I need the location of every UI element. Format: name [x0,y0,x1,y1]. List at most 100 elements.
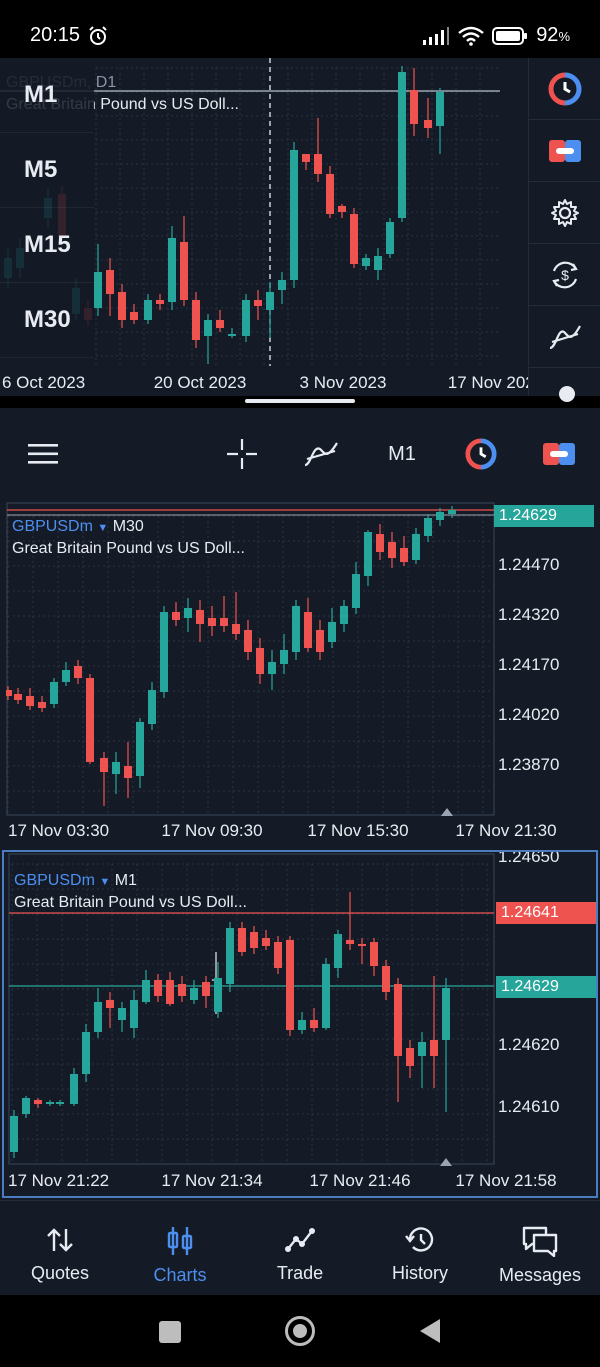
home-button[interactable] [285,1316,315,1346]
resize-handle[interactable] [245,399,355,403]
one-click-icon [465,438,497,470]
nav-charts[interactable]: Charts [120,1201,240,1295]
timeframe-m30[interactable]: M30 [0,283,94,358]
chart-toolbar: M1 [0,408,600,500]
svg-text:$: $ [561,267,569,283]
trade-panel-icon [543,443,575,465]
candle-body [160,612,168,692]
candle-body [142,980,150,1002]
chart-m1-timeframe: M1 [114,872,137,889]
time-label: 17 Nov 21:46 [309,1171,410,1190]
candle-body [436,92,444,126]
nav-messages[interactable]: Messages [480,1201,600,1295]
candle-body [286,940,294,1030]
history-icon [405,1227,434,1252]
price-label: 1.24610 [498,1097,559,1116]
candle-body [216,320,224,328]
candle-body [430,1040,438,1056]
candle-body [268,662,276,674]
candle-body [250,932,258,948]
candle-body [124,766,132,778]
chart-m1-header[interactable]: GBPUSDm ▼ M1 [14,872,137,890]
candle-body [298,1020,306,1030]
chart-m30[interactable]: 1.24470 1.24320 1.24170 1.24020 1.23870 17 No… [4,502,598,848]
candle-body [74,666,82,678]
chart-m30-timeframe: M30 [112,518,144,535]
candle-body [38,702,46,708]
timeframe-m15[interactable]: M15 [0,208,94,283]
scroll-marker [440,1158,452,1166]
top-chart-section: 6 Oct 2023 20 Oct 2023 3 Nov 2023 17 Nov 20… [0,58,600,402]
battery-percent: 92% [536,24,570,46]
time-label: 17 Nov 03:30 [8,821,109,840]
candle-body [424,518,432,536]
date-label: 6 Oct 2023 [2,373,85,392]
price-label: 1.24650 [498,852,559,866]
nav-history[interactable]: History [360,1201,480,1295]
candle-body [376,534,384,552]
crosshair-button[interactable] [224,436,260,472]
settings-button[interactable] [529,182,600,244]
timeframe-m5[interactable]: M5 [0,133,94,208]
candle-body [204,320,212,336]
candle-body [358,944,366,946]
candle-body [244,630,252,652]
candle-body [112,762,120,774]
candle-body [400,548,408,562]
candle-body [26,696,34,706]
candle-body [178,984,186,996]
menu-button[interactable] [28,436,58,472]
candle-body [238,928,246,952]
candle-body [192,300,200,340]
candle-body [232,624,240,634]
timeframe-m1[interactable]: M1 [0,58,94,133]
candle-body [364,532,372,576]
candle-body [290,150,298,280]
candle-body [10,1116,18,1152]
one-click-trading-button[interactable] [463,436,499,472]
chart-m1-bid-tag: 1.24629 [496,976,596,998]
recents-button[interactable] [159,1321,181,1343]
candle-body [302,154,310,162]
candle-body [118,1008,126,1020]
currency-convert-button[interactable]: $ [529,244,600,306]
bottom-nav: Quotes Charts Trade History Messages [0,1200,600,1295]
indicators-button[interactable] [529,306,600,368]
scroll-dot [559,386,575,402]
candle-body [144,300,152,320]
chart-m1[interactable]: 1.24650 1.24620 1.24610 17 Nov 21:22 17 Nov … [2,847,598,1198]
price-label: 1.24020 [498,705,559,724]
date-label: 3 Nov 2023 [300,373,387,392]
candle-body [304,612,312,648]
timeframe-list: M1 M5 M15 M30 [0,58,94,358]
candle-body [334,934,342,968]
candle-body [280,650,288,664]
candle-body [274,942,282,968]
back-button[interactable] [418,1317,442,1345]
one-click-trading-button[interactable] [529,58,600,120]
trade-icon [285,1228,315,1252]
candle-body [310,1020,318,1028]
candle-body [424,120,432,128]
candle-body [352,574,360,608]
candle-body [328,622,336,642]
chevron-down-icon: ▼ [99,876,111,888]
trade-panel-button[interactable] [541,436,577,472]
system-nav-bar [0,1295,600,1367]
nav-quotes[interactable]: Quotes [0,1201,120,1295]
candle-body [370,942,378,966]
candle-body [86,678,94,762]
indicators-toolbar-button[interactable] [302,436,340,472]
timeframe-selector[interactable]: M1 [382,436,422,472]
candle-body [130,312,138,320]
candle-body [70,1074,78,1104]
currency-exchange-icon: $ [552,261,578,288]
chart-m30-header[interactable]: GBPUSDm ▼ M30 [12,518,144,536]
trade-panel-button[interactable] [529,120,600,182]
nav-trade[interactable]: Trade [240,1201,360,1295]
crosshair-icon [227,439,257,469]
candle-body [82,1032,90,1074]
scroll-marker [441,808,453,816]
chevron-down-icon: ▼ [97,522,109,534]
candle-body [314,154,322,174]
